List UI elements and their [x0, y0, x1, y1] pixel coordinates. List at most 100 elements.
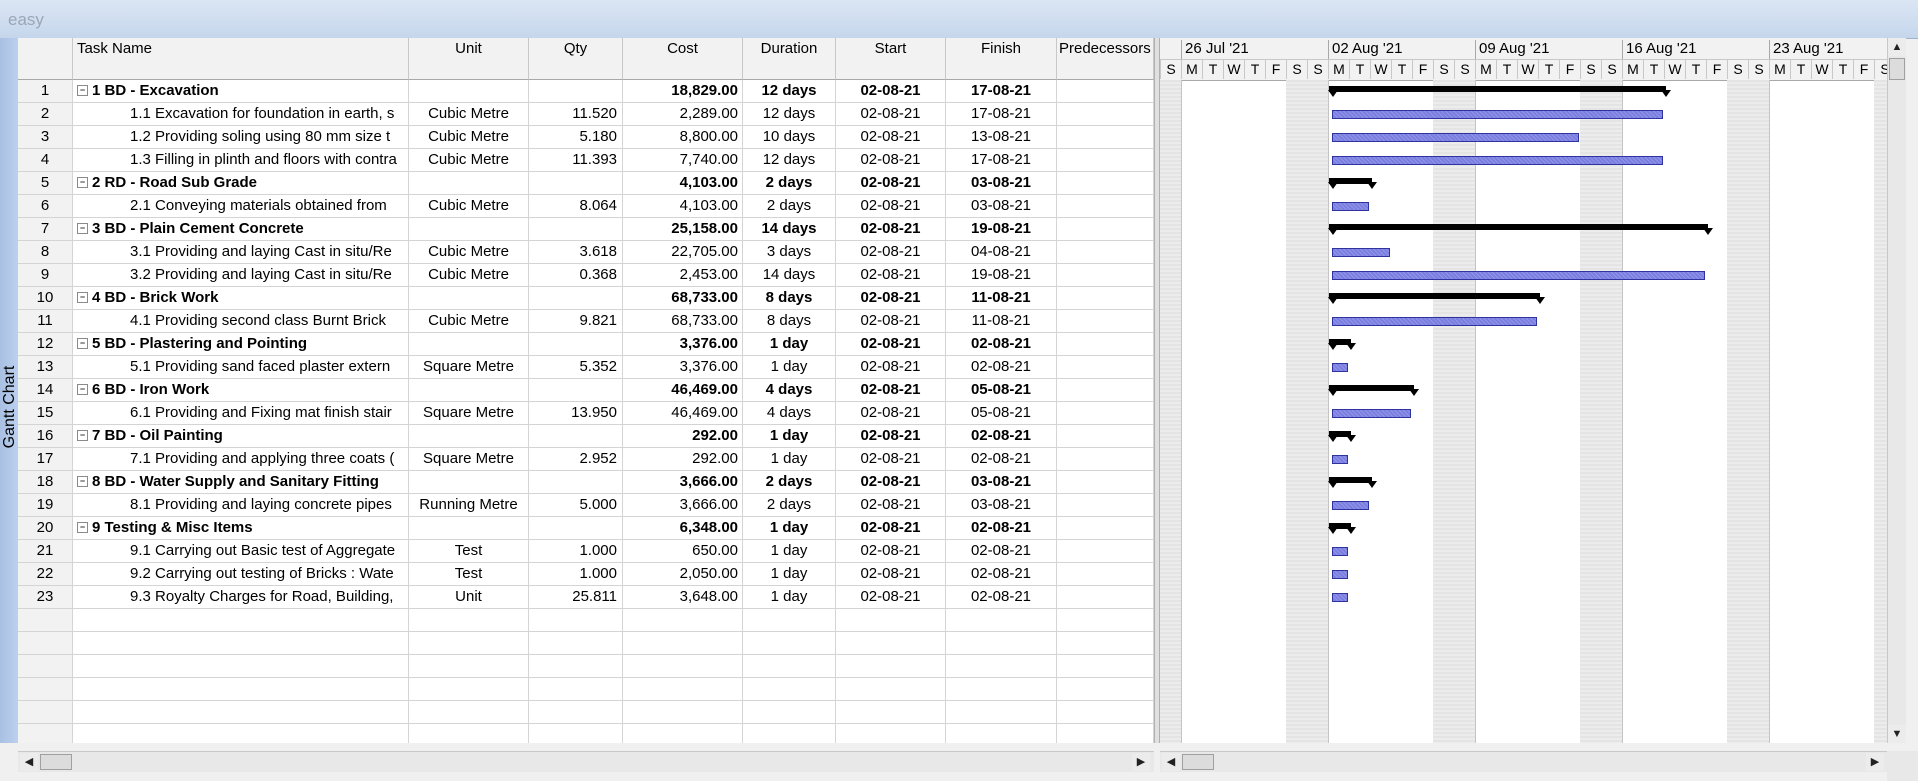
- duration-cell[interactable]: 1 day: [743, 586, 836, 608]
- cost-cell[interactable]: 68,733.00: [623, 287, 743, 309]
- duration-cell[interactable]: 8 days: [743, 287, 836, 309]
- start-date-cell[interactable]: 02-08-21: [836, 218, 946, 240]
- collapse-toggle-icon[interactable]: −: [77, 85, 88, 96]
- task-bar[interactable]: [1332, 133, 1579, 142]
- cost-cell[interactable]: 3,666.00: [623, 494, 743, 516]
- empty-cell[interactable]: [836, 655, 946, 677]
- finish-date-cell[interactable]: 19-08-21: [946, 264, 1057, 286]
- column-header-duration[interactable]: Duration: [743, 38, 836, 80]
- task-name-cell[interactable]: 1.1 Excavation for foundation in earth, …: [73, 103, 409, 125]
- start-date-cell[interactable]: 02-08-21: [836, 195, 946, 217]
- task-name-cell[interactable]: −2 RD - Road Sub Grade: [73, 172, 409, 194]
- duration-cell[interactable]: 14 days: [743, 264, 836, 286]
- qty-cell[interactable]: 11.393: [529, 149, 623, 171]
- empty-cell[interactable]: [1057, 701, 1154, 723]
- empty-cell[interactable]: [1057, 724, 1154, 743]
- task-bar[interactable]: [1332, 248, 1390, 257]
- finish-date-cell[interactable]: 02-08-21: [946, 448, 1057, 470]
- unit-cell[interactable]: Cubic Metre: [409, 195, 529, 217]
- cost-cell[interactable]: 8,800.00: [623, 126, 743, 148]
- row-id-cell[interactable]: 2: [18, 103, 73, 125]
- finish-date-cell[interactable]: 02-08-21: [946, 425, 1057, 447]
- row-id-cell[interactable]: 1: [18, 80, 73, 102]
- unit-cell[interactable]: Square Metre: [409, 402, 529, 424]
- unit-cell[interactable]: Cubic Metre: [409, 264, 529, 286]
- row-id-cell[interactable]: 9: [18, 264, 73, 286]
- summary-task-row[interactable]: 12−5 BD - Plastering and Pointing 3,376.0…: [18, 333, 1154, 356]
- predecessors-cell[interactable]: [1057, 172, 1154, 194]
- task-bar[interactable]: [1332, 271, 1705, 280]
- empty-row[interactable]: [18, 724, 1154, 743]
- row-id-cell[interactable]: 23: [18, 586, 73, 608]
- empty-cell[interactable]: [18, 678, 73, 700]
- view-bar[interactable]: Gantt Chart: [0, 38, 19, 743]
- cost-cell[interactable]: 7,740.00: [623, 149, 743, 171]
- vertical-scroll-thumb[interactable]: [1889, 58, 1905, 80]
- empty-cell[interactable]: [743, 678, 836, 700]
- empty-cell[interactable]: [1057, 609, 1154, 631]
- predecessors-cell[interactable]: [1057, 80, 1154, 102]
- empty-cell[interactable]: [409, 655, 529, 677]
- task-row[interactable]: 11 4.1 Providing second class Burnt Brick…: [18, 310, 1154, 333]
- task-name-cell[interactable]: −1 BD - Excavation: [73, 80, 409, 102]
- chart-scroll-left-button[interactable]: ◀: [1162, 753, 1180, 771]
- empty-cell[interactable]: [836, 632, 946, 654]
- scroll-up-button[interactable]: ▲: [1888, 38, 1906, 56]
- empty-cell[interactable]: [409, 678, 529, 700]
- scroll-down-button[interactable]: ▼: [1888, 725, 1906, 743]
- predecessors-cell[interactable]: [1057, 448, 1154, 470]
- start-date-cell[interactable]: 02-08-21: [836, 80, 946, 102]
- start-date-cell[interactable]: 02-08-21: [836, 287, 946, 309]
- predecessors-cell[interactable]: [1057, 471, 1154, 493]
- empty-row[interactable]: [18, 701, 1154, 724]
- duration-cell[interactable]: 1 day: [743, 333, 836, 355]
- empty-cell[interactable]: [623, 678, 743, 700]
- cost-cell[interactable]: 2,453.00: [623, 264, 743, 286]
- start-date-cell[interactable]: 02-08-21: [836, 103, 946, 125]
- task-bar[interactable]: [1332, 409, 1411, 418]
- empty-cell[interactable]: [623, 724, 743, 743]
- row-id-cell[interactable]: 6: [18, 195, 73, 217]
- cost-cell[interactable]: 3,666.00: [623, 471, 743, 493]
- unit-cell[interactable]: Unit: [409, 586, 529, 608]
- task-row[interactable]: 23 9.3 Royalty Charges for Road, Building…: [18, 586, 1154, 609]
- task-bar[interactable]: [1332, 455, 1348, 464]
- row-id-cell[interactable]: 18: [18, 471, 73, 493]
- summary-task-row[interactable]: 10−4 BD - Brick Work 68,733.00 8 days 02-08…: [18, 287, 1154, 310]
- row-id-cell[interactable]: 14: [18, 379, 73, 401]
- empty-cell[interactable]: [836, 701, 946, 723]
- empty-cell[interactable]: [73, 655, 409, 677]
- task-bar[interactable]: [1332, 501, 1369, 510]
- task-name-cell[interactable]: −7 BD - Oil Painting: [73, 425, 409, 447]
- task-bar[interactable]: [1332, 110, 1663, 119]
- predecessors-cell[interactable]: [1057, 379, 1154, 401]
- qty-cell[interactable]: [529, 218, 623, 240]
- column-header-qty[interactable]: Qty: [529, 38, 623, 80]
- summary-task-row[interactable]: 18−8 BD - Water Supply and Sanitary Fitt…: [18, 471, 1154, 494]
- qty-cell[interactable]: 1.000: [529, 540, 623, 562]
- qty-cell[interactable]: 13.950: [529, 402, 623, 424]
- predecessors-cell[interactable]: [1057, 563, 1154, 585]
- cost-cell[interactable]: 68,733.00: [623, 310, 743, 332]
- task-row[interactable]: 17 7.1 Providing and applying three coats…: [18, 448, 1154, 471]
- task-row[interactable]: 8 3.1 Providing and laying Cast in situ/R…: [18, 241, 1154, 264]
- finish-date-cell[interactable]: 11-08-21: [946, 287, 1057, 309]
- table-scroll-left-button[interactable]: ◀: [20, 753, 38, 771]
- row-id-cell[interactable]: 12: [18, 333, 73, 355]
- task-row[interactable]: 4 1.3 Filling in plinth and floors with c…: [18, 149, 1154, 172]
- column-header-finish[interactable]: Finish: [946, 38, 1057, 80]
- duration-cell[interactable]: 10 days: [743, 126, 836, 148]
- unit-cell[interactable]: Test: [409, 563, 529, 585]
- finish-date-cell[interactable]: 11-08-21: [946, 310, 1057, 332]
- empty-cell[interactable]: [836, 609, 946, 631]
- cost-cell[interactable]: 3,376.00: [623, 356, 743, 378]
- unit-cell[interactable]: [409, 471, 529, 493]
- task-row[interactable]: 6 2.1 Conveying materials obtained from Cu…: [18, 195, 1154, 218]
- empty-cell[interactable]: [409, 632, 529, 654]
- row-id-cell[interactable]: 11: [18, 310, 73, 332]
- cost-cell[interactable]: 2,050.00: [623, 563, 743, 585]
- duration-cell[interactable]: 8 days: [743, 310, 836, 332]
- table-scroll-right-button[interactable]: ▶: [1132, 753, 1150, 771]
- duration-cell[interactable]: 1 day: [743, 356, 836, 378]
- empty-cell[interactable]: [529, 724, 623, 743]
